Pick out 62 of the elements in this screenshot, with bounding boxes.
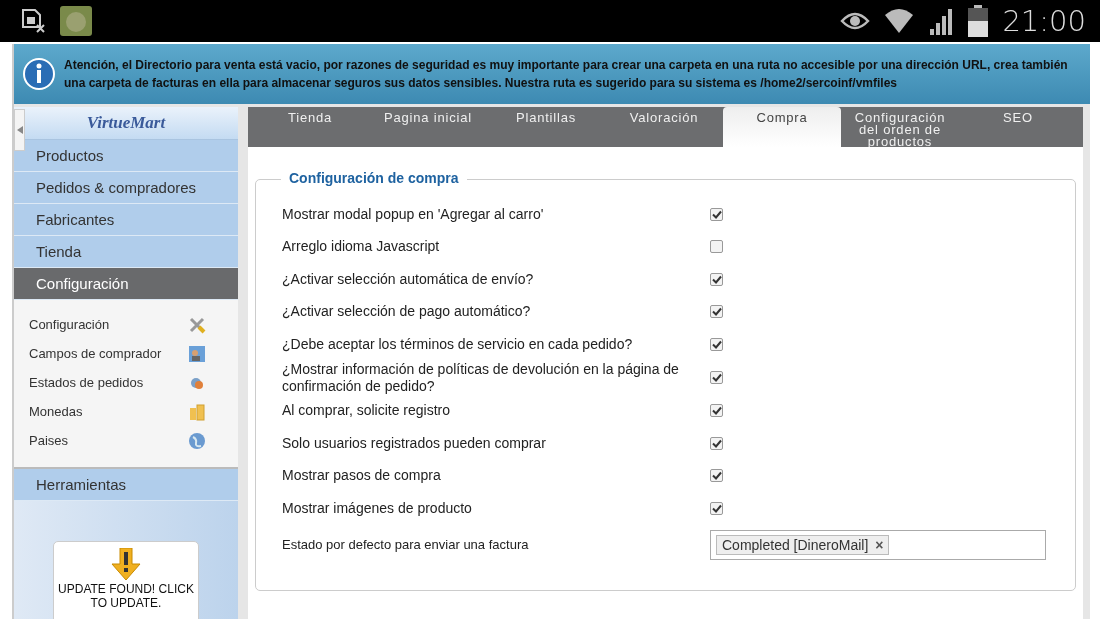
clock: 21:00: [1002, 4, 1086, 38]
section-title: Configuración de compra: [281, 170, 467, 186]
checkbox[interactable]: [710, 207, 723, 221]
users-icon: [188, 344, 206, 363]
tools-icon: [188, 315, 206, 334]
collapse-handle[interactable]: [14, 109, 25, 151]
globe-icon: [188, 431, 206, 450]
submenu-item[interactable]: Configuración: [29, 317, 110, 333]
menu-item[interactable]: Productos: [14, 140, 238, 173]
menu-item[interactable]: Configuración: [14, 268, 238, 301]
tab[interactable]: Plantillas: [487, 107, 605, 147]
update-text: UPDATE FOUND! CLICK TO UPDATE.: [57, 582, 195, 611]
battery-icon: [968, 5, 989, 37]
submenu-item[interactable]: Estados de pedidos: [29, 375, 144, 391]
checkbox[interactable]: [710, 240, 723, 254]
menu-item[interactable]: Tienda: [14, 236, 238, 269]
logo: VirtueMart: [86, 113, 166, 134]
tab[interactable]: Pagina inicial: [369, 107, 487, 147]
eye-icon: [840, 11, 871, 31]
checkbox[interactable]: [710, 469, 723, 483]
tag-label: Completed [DineroMail]: [722, 536, 869, 553]
update-notice[interactable]: UPDATE FOUND! CLICK TO UPDATE.: [53, 541, 199, 619]
setting-label: ¿Activar selección automática de envío?: [282, 270, 535, 288]
checkbox[interactable]: [710, 404, 723, 418]
checkbox[interactable]: [710, 272, 723, 286]
info-icon: [22, 57, 56, 91]
coins-icon: [188, 402, 206, 421]
checkbox[interactable]: [710, 337, 723, 351]
setting-label: Estado por defecto para enviar una factura: [282, 536, 530, 554]
caret-icon: [16, 126, 23, 134]
menu-item[interactable]: Fabricantes: [14, 204, 238, 237]
tab[interactable]: Valoración: [605, 107, 723, 147]
submenu-item[interactable]: Campos de comprador: [29, 346, 162, 362]
submenu-item[interactable]: Monedas: [29, 404, 83, 420]
setting-label: ¿Activar selección de pago automático?: [282, 303, 532, 321]
menu-item[interactable]: Pedidos & compradores: [14, 172, 238, 205]
tab[interactable]: Configuración del orden de productos: [841, 107, 959, 147]
tag-select-field[interactable]: Completed [DineroMail] ×: [710, 529, 1046, 560]
checkbox[interactable]: [710, 436, 723, 450]
signal-icon: [928, 7, 955, 35]
setting-label: Arreglo idioma Javascript: [282, 238, 441, 256]
setting-label: Solo usuarios registrados pueden comprar: [282, 434, 547, 452]
wifi-icon: [884, 7, 915, 35]
checkbox[interactable]: [710, 371, 723, 384]
setting-label: ¿Debe aceptar los términos de servicio en cada pedido?: [282, 335, 634, 353]
setting-label: Mostrar modal popup en 'Agregar al carro': [282, 205, 545, 223]
setting-label: ¿Mostrar información de políticas de devolución en la página de confirmación de pedido?: [282, 360, 680, 395]
notice-text: Atención, el Directorio para venta está vacio, por razones de seguridad es muy importante para crear una carpeta en una ruta no accesible por una dirección URL, crea también una carpeta de facturas en ella para almacenar seguros sus datos sensibles. Nuestra ruta es sugerido para su sistema es /home2/sercoinf/vmfiles: [64, 57, 1069, 92]
tab[interactable]: Tienda: [251, 107, 369, 147]
checkbox[interactable]: [710, 305, 723, 319]
tab[interactable]: Compra: [723, 107, 841, 147]
warning-arrow-icon: [111, 548, 141, 581]
sim-card-icon: [20, 8, 46, 34]
setting-label: Mostrar pasos de compra: [282, 467, 442, 485]
setting-label: Mostrar imágenes de producto: [282, 499, 473, 517]
menu-item[interactable]: Herramientas: [14, 469, 238, 502]
remove-tag-button[interactable]: ×: [875, 536, 884, 553]
setting-label: Al comprar, solicite registro: [282, 402, 452, 420]
submenu-item[interactable]: Paises: [29, 433, 69, 449]
app-icon: [60, 6, 92, 36]
checkbox[interactable]: [710, 501, 723, 515]
tab[interactable]: SEO: [959, 107, 1077, 147]
